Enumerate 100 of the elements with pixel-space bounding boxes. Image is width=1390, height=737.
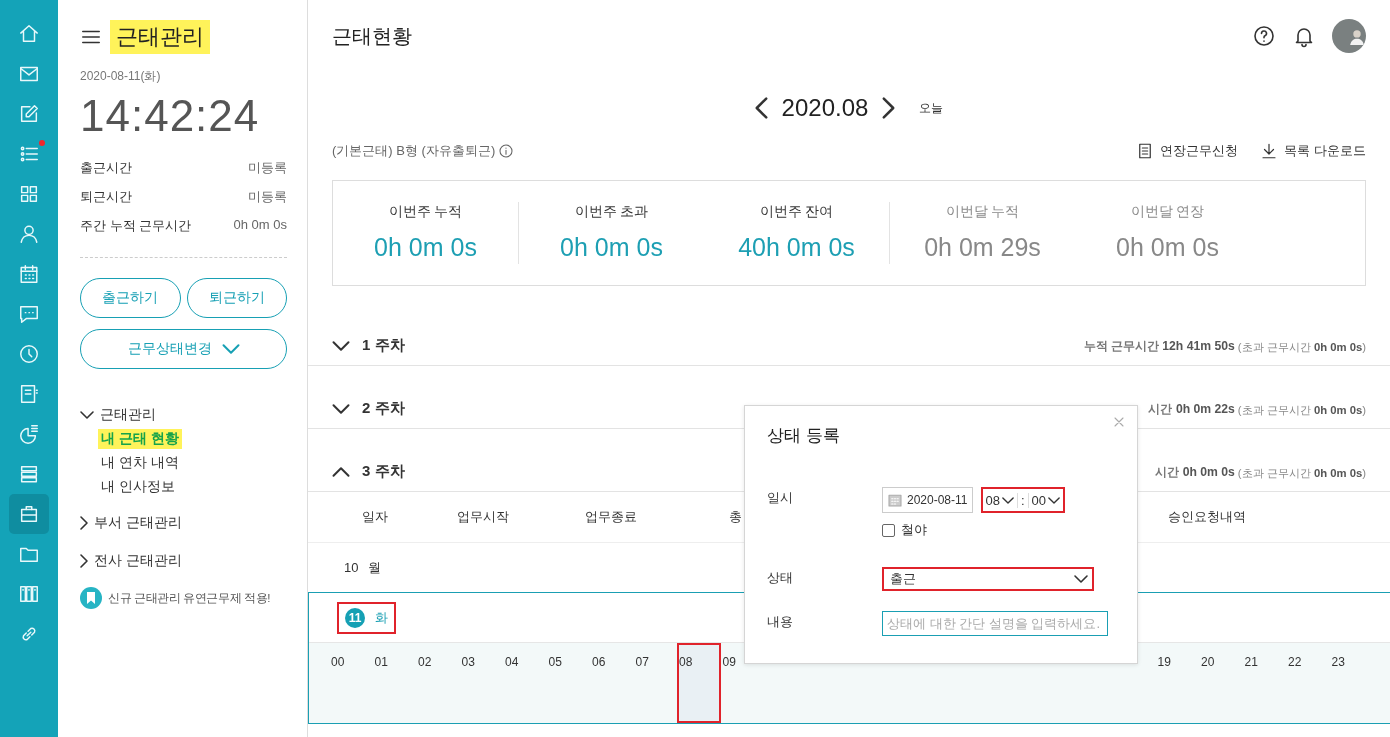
stat-label: 주간 누적 근무시간 xyxy=(80,217,192,235)
field-label: 내용 xyxy=(767,613,794,631)
bookmark-icon xyxy=(80,587,102,609)
chat-icon xyxy=(18,303,40,325)
summary-value: 0h 0m 0s xyxy=(1116,233,1219,263)
hour-label[interactable]: 19 xyxy=(1155,643,1199,723)
week-label: 1 주차 xyxy=(362,336,405,355)
help-icon[interactable] xyxy=(1252,24,1276,48)
day-number: 11 xyxy=(345,607,365,628)
calendar-icon xyxy=(18,263,40,285)
summary-value: 0h 0m 0s xyxy=(374,233,477,263)
column-header: 일자 xyxy=(362,508,388,526)
column-header: 업무종료 xyxy=(585,508,637,526)
hour-label[interactable]: 00 xyxy=(329,643,373,723)
hour-label[interactable]: 06 xyxy=(590,643,634,723)
description-field[interactable]: 상태에 대한 간단 설명을 입력하세요. xyxy=(882,611,1108,636)
current-date: 2020-08-11(화) xyxy=(80,68,162,85)
current-time: 14:42:24 xyxy=(80,91,261,141)
weekday: 화 xyxy=(375,608,388,627)
hour-label[interactable]: 23 xyxy=(1329,643,1373,723)
weekday: 월 xyxy=(368,558,382,577)
week-total: 누적 근무시간 12h 41m 50s xyxy=(1083,338,1235,355)
summary-label: 이번주 초과 xyxy=(574,203,649,222)
edit-icon xyxy=(18,103,40,125)
week-total: 시간 0h 0m 0s xyxy=(1155,464,1235,481)
calendar-icon xyxy=(887,492,903,508)
chevron-down-icon xyxy=(1001,496,1014,504)
columns-icon xyxy=(18,583,40,605)
menu-group[interactable]: 부서 근태관리 xyxy=(80,511,287,535)
minute-select[interactable]: 00 xyxy=(1031,492,1061,508)
work-type: (기본근태) B형 (자유출퇴근) xyxy=(332,142,496,160)
hour-label[interactable]: 01 xyxy=(372,643,416,723)
info-icon xyxy=(498,143,515,159)
menu-group[interactable]: 전사 근태관리 xyxy=(80,549,287,573)
stat-label: 퇴근시간 xyxy=(80,188,132,206)
today-link[interactable]: 오늘 xyxy=(919,99,944,117)
menu-group[interactable]: 근태관리 xyxy=(80,403,287,427)
week-total: 시간 0h 0m 22s xyxy=(1148,401,1235,418)
column-header: 총 xyxy=(728,508,742,526)
week-overtime: (초과 근무시간 0h 0m 0s) xyxy=(1237,403,1366,418)
checkbox-label: 철야 xyxy=(901,521,927,539)
clock-icon xyxy=(18,343,40,365)
month-label: 2020.08 xyxy=(781,94,869,122)
field-label: 상태 xyxy=(767,569,794,587)
previous-month-icon[interactable] xyxy=(754,97,768,119)
chevron-down-icon xyxy=(221,344,240,354)
hour-label[interactable]: 02 xyxy=(416,643,460,723)
page-title: 근태현황 xyxy=(332,23,413,49)
summary-value: 0h 0m 0s xyxy=(560,233,663,263)
hour-select[interactable]: 08 xyxy=(985,492,1014,508)
summary-value: 40h 0m 0s xyxy=(738,233,855,263)
summary-label: 이번주 누적 xyxy=(388,203,463,222)
week-overtime: (초과 근무시간 0h 0m 0s) xyxy=(1237,466,1366,481)
week-label: 2 주차 xyxy=(362,399,405,418)
menu-item[interactable]: 내 연차 내역 xyxy=(98,453,182,473)
date-field[interactable]: 2020-08-11 xyxy=(882,487,973,513)
summary-label: 이번주 잔여 xyxy=(759,203,834,222)
note-icon xyxy=(18,383,40,405)
field-label: 일시 xyxy=(767,489,794,507)
grid-icon xyxy=(18,183,40,205)
person-icon xyxy=(18,223,40,245)
overtime-request-link[interactable]: 연장근무신청 xyxy=(1136,142,1239,160)
hour-label[interactable]: 08 xyxy=(677,643,721,723)
stat-value: 미등록 xyxy=(248,188,287,206)
week-overtime: (초과 근무시간 0h 0m 0s) xyxy=(1237,340,1366,355)
status-select[interactable]: 출근 xyxy=(882,567,1094,591)
summary-label: 이번달 연장 xyxy=(1130,203,1205,222)
week-row[interactable]: 1 주차 누적 근무시간 12h 41m 50s (초과 근무시간 0h 0m 0s) xyxy=(308,303,1390,366)
summary-value: 0h 0m 29s xyxy=(924,233,1041,263)
stack-icon xyxy=(18,463,40,485)
checkbox[interactable] xyxy=(882,523,895,537)
app-title: 근태관리 xyxy=(110,20,210,54)
menu-item[interactable]: 내 인사정보 xyxy=(98,477,178,497)
download-link[interactable]: 목록 다운로드 xyxy=(1260,142,1366,160)
time-separator: : xyxy=(1016,492,1029,508)
briefcase-icon xyxy=(18,503,40,525)
notice-text[interactable]: 신규 근태관리 유연근무제 적용! xyxy=(108,590,270,606)
hour-label[interactable]: 07 xyxy=(633,643,677,723)
briefcase-button[interactable] xyxy=(9,494,49,534)
hour-label[interactable]: 21 xyxy=(1242,643,1286,723)
column-header: 업무시작 xyxy=(457,508,509,526)
download-icon xyxy=(1260,142,1279,160)
stat-label: 출근시간 xyxy=(80,159,132,177)
hour-label[interactable]: 04 xyxy=(503,643,547,723)
hour-label[interactable]: 20 xyxy=(1199,643,1243,723)
summary-label: 이번달 누적 xyxy=(945,203,1020,222)
hour-label[interactable]: 22 xyxy=(1286,643,1330,723)
hour-label[interactable]: 03 xyxy=(459,643,503,723)
day-number: 10 xyxy=(344,560,359,575)
next-month-icon[interactable] xyxy=(882,97,896,119)
week-label: 3 주차 xyxy=(362,462,405,481)
avatar[interactable] xyxy=(1332,19,1366,53)
column-header: 승인요청내역 xyxy=(1168,508,1246,526)
hour-label[interactable]: 05 xyxy=(546,643,590,723)
chevron-down-icon xyxy=(1048,496,1061,504)
chart-icon xyxy=(18,423,40,445)
stat-value: 0h 0m 0s xyxy=(233,217,287,234)
chevron-down-icon xyxy=(1074,575,1088,583)
home-icon xyxy=(18,23,40,45)
stat-value: 미등록 xyxy=(248,159,287,177)
